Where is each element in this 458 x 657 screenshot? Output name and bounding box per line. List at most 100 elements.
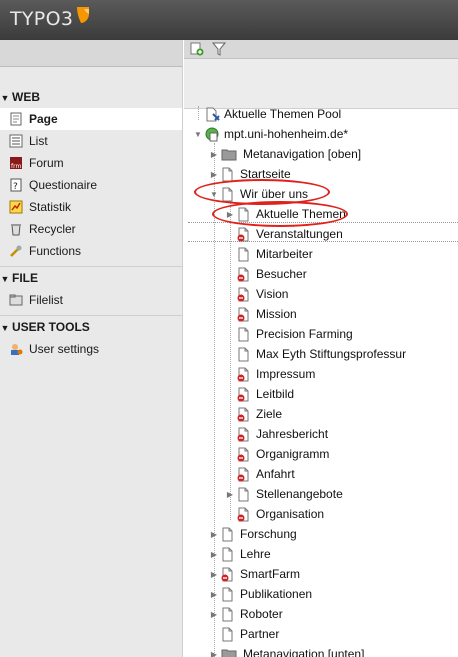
collapsed-arrow-icon[interactable]: ▶ <box>209 530 219 539</box>
collapsed-arrow-icon[interactable]: ▶ <box>209 650 219 657</box>
typo3-logo-icon <box>77 7 89 23</box>
tree-node-label: Max Eyth Stiftungsprofessur <box>256 347 407 361</box>
page-icon <box>237 247 250 262</box>
hidden-page-icon <box>237 427 250 442</box>
functions-icon <box>9 244 23 258</box>
hidden-page-icon <box>237 447 250 462</box>
collapse-triangle-icon: ▼ <box>0 323 10 333</box>
page-icon <box>9 112 23 126</box>
module-menu-toolbar <box>0 40 182 67</box>
page-icon <box>237 487 250 502</box>
tree-node-label: Stellenangebote <box>256 487 343 501</box>
hidden-page-icon <box>237 287 250 302</box>
tree-node-label: Aktuelle Themen Pool <box>224 107 342 121</box>
expanded-arrow-icon[interactable]: ▼ <box>193 130 203 139</box>
typo3-logo[interactable]: TYPO3 <box>10 8 73 30</box>
section-header-user-tools[interactable]: ▼ USER TOOLS <box>0 316 182 338</box>
collapsed-arrow-icon[interactable]: ▶ <box>209 570 219 579</box>
module-questionaire[interactable]: ? Questionaire <box>0 174 182 196</box>
section-title: FILE <box>12 271 38 285</box>
page-icon <box>221 547 234 562</box>
module-label: Functions <box>29 244 82 258</box>
tree-node-label: Mission <box>256 307 297 321</box>
hidden-page-icon <box>237 507 250 522</box>
page-icon <box>221 587 234 602</box>
page-tree-toolbar <box>184 40 458 59</box>
module-recycler[interactable]: Recycler <box>0 218 182 240</box>
tree-node[interactable]: Leitbild <box>225 384 294 404</box>
tree-node[interactable]: Anfahrt <box>225 464 295 484</box>
tree-node[interactable]: Jahresbericht <box>225 424 328 444</box>
tree-node-pool[interactable]: Aktuelle Themen Pool <box>193 104 341 124</box>
module-filelist[interactable]: Filelist <box>0 289 182 311</box>
collapsed-arrow-icon[interactable]: ▶ <box>209 550 219 559</box>
section-title: WEB <box>12 90 40 104</box>
annotation-ellipse-aktuelle-themen <box>212 201 348 227</box>
tree-node[interactable]: Impressum <box>225 364 315 384</box>
module-page[interactable]: Page <box>0 108 182 130</box>
tree-node[interactable]: ▶ Metanavigation [unten] <box>209 644 364 657</box>
tree-node[interactable]: Precision Farming <box>225 324 353 344</box>
tree-node[interactable]: ▶ Publikationen <box>209 584 312 604</box>
tree-node[interactable]: Veranstaltungen <box>225 224 343 244</box>
tree-node[interactable]: Mission <box>225 304 297 324</box>
tree-node[interactable]: Besucher <box>225 264 307 284</box>
module-user-settings[interactable]: User settings <box>0 338 182 360</box>
tree-node-label: SmartFarm <box>240 567 300 581</box>
tree-node-label: Vision <box>256 287 289 301</box>
tree-node-label: Organigramm <box>256 447 330 461</box>
hidden-page-icon <box>237 387 250 402</box>
tree-node[interactable]: Partner <box>209 624 279 644</box>
module-label: List <box>29 134 48 148</box>
new-page-icon[interactable] <box>190 42 204 56</box>
collapsed-arrow-icon[interactable]: ▶ <box>209 170 219 179</box>
tree-node[interactable]: ▶ Roboter <box>209 604 283 624</box>
site-root-icon <box>205 127 219 142</box>
section-header-file[interactable]: ▼ FILE <box>0 267 182 289</box>
tree-node[interactable]: Max Eyth Stiftungsprofessur <box>225 344 406 364</box>
hidden-page-icon <box>237 367 250 382</box>
svg-text:frm: frm <box>11 163 21 170</box>
tree-node-label: Impressum <box>256 367 316 381</box>
tree-node-label: Organisation <box>256 507 325 521</box>
tree-node[interactable]: Vision <box>225 284 288 304</box>
tree-node-label: Anfahrt <box>256 467 295 481</box>
filelist-icon <box>9 293 23 307</box>
collapsed-arrow-icon[interactable]: ▶ <box>209 150 219 159</box>
tree-node[interactable]: Organigramm <box>225 444 329 464</box>
tree-node-label: Metanavigation [oben] <box>243 147 362 161</box>
tree-node[interactable]: ▶ Lehre <box>209 544 271 564</box>
module-label: Recycler <box>29 222 76 236</box>
module-forum[interactable]: frm Forum <box>0 152 182 174</box>
collapsed-arrow-icon[interactable]: ▶ <box>209 590 219 599</box>
collapsed-arrow-icon[interactable]: ▶ <box>209 610 219 619</box>
tree-node[interactable]: Mitarbeiter <box>225 244 313 264</box>
module-label: Filelist <box>29 293 64 307</box>
recycler-icon <box>9 222 23 236</box>
list-icon <box>9 134 23 148</box>
tree-node-label: Metanavigation [unten] <box>243 647 365 657</box>
module-statistik[interactable]: Statistik <box>0 196 182 218</box>
top-bar: TYPO3 <box>0 0 458 40</box>
tree-node-label: Publikationen <box>240 587 313 601</box>
module-list[interactable]: List <box>0 130 182 152</box>
folder-icon <box>221 147 237 161</box>
filter-icon[interactable] <box>212 42 226 56</box>
tree-node[interactable]: Organisation <box>225 504 324 524</box>
hidden-page-icon <box>237 407 250 422</box>
folder-icon <box>221 647 237 657</box>
tree-node[interactable]: ▶ Forschung <box>209 524 297 544</box>
tree-node[interactable]: ▶ Stellenangebote <box>225 484 343 504</box>
tree-node[interactable]: ▶ SmartFarm <box>209 564 300 584</box>
tree-node-label: Leitbild <box>256 387 295 401</box>
tree-node-label: Ziele <box>256 407 283 421</box>
module-functions[interactable]: Functions <box>0 240 182 262</box>
page-icon <box>237 347 250 362</box>
tree-node[interactable]: Ziele <box>225 404 282 424</box>
tree-node-root[interactable]: ▼ mpt.uni-hohenheim.de* <box>193 124 348 144</box>
collapsed-arrow-icon[interactable]: ▶ <box>225 490 235 499</box>
tree-node[interactable]: ▶ Metanavigation [oben] <box>209 144 361 164</box>
hidden-page-icon <box>237 467 250 482</box>
section-header-web[interactable]: ▼ WEB <box>0 86 182 108</box>
sysfolder-pool-icon <box>205 107 220 122</box>
